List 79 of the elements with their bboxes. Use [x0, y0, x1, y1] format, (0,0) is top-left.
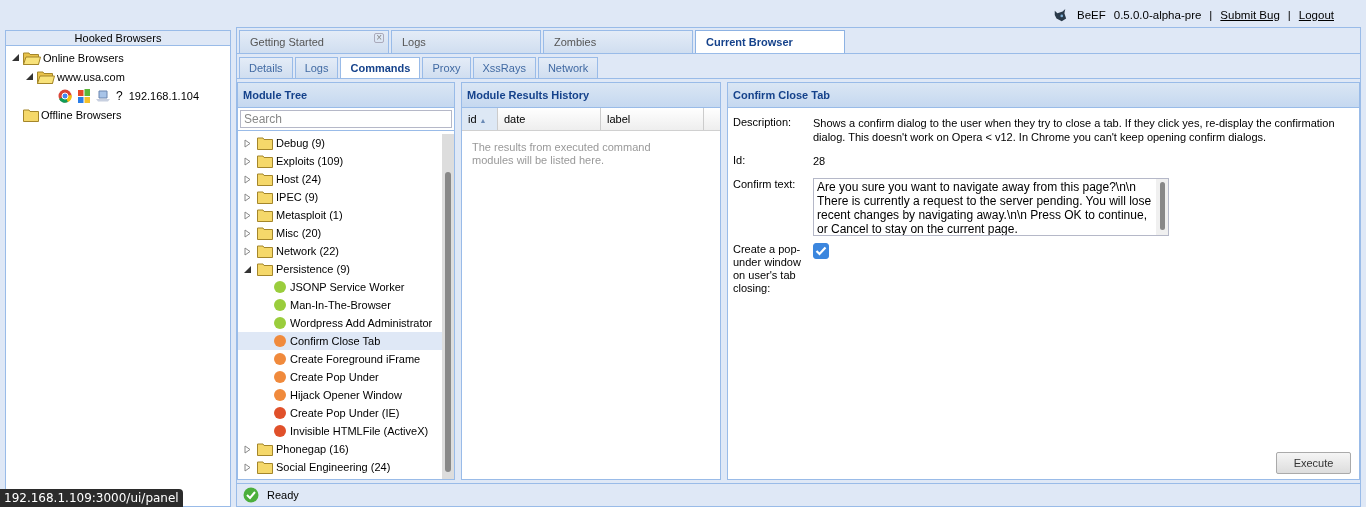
- panel-title: Hooked Browsers: [74, 32, 162, 44]
- unknown-os-icon: ?: [116, 88, 123, 103]
- column-header[interactable]: date: [498, 108, 601, 130]
- tree-item[interactable]: Metasploit (1): [276, 209, 343, 221]
- tab[interactable]: Details: [239, 57, 293, 78]
- tree-item[interactable]: Misc (20): [276, 227, 322, 239]
- panel-title: Confirm Close Tab: [733, 89, 830, 101]
- folder-icon: [257, 190, 273, 204]
- laptop-icon: [96, 89, 110, 102]
- tab[interactable]: Commands: [340, 57, 421, 78]
- link-preview-tooltip: 192.168.1.109:3000/ui/panel: [0, 489, 183, 507]
- module-item[interactable]: Wordpress Add Administrator: [290, 317, 433, 329]
- tab[interactable]: XssRays: [472, 57, 536, 78]
- folder-icon: [257, 154, 273, 168]
- ready-icon: [243, 487, 259, 503]
- folder-icon: [257, 460, 273, 474]
- field-value: 28: [813, 154, 827, 168]
- tree-item[interactable]: Persistence (9): [276, 263, 350, 275]
- tab[interactable]: Getting Started ×: [239, 30, 389, 53]
- module-item[interactable]: Create Pop Under: [290, 371, 379, 383]
- windows-logo-icon: [78, 88, 90, 103]
- empty-message: The results from executed command modules will be listed here.: [471, 140, 652, 168]
- tab[interactable]: Zombies: [543, 30, 693, 53]
- folder-icon: [257, 262, 273, 276]
- tree-item[interactable]: Exploits (109): [276, 155, 344, 167]
- folder-icon: [257, 172, 273, 186]
- header-link[interactable]: Submit Bug: [1220, 8, 1280, 21]
- tree-item[interactable]: Online Browsers: [43, 51, 124, 64]
- module-item[interactable]: JSONP Service Worker: [290, 281, 405, 293]
- tab[interactable]: Logs: [294, 57, 339, 78]
- status-text: Ready: [267, 489, 299, 501]
- tree-item[interactable]: Debug (9): [276, 137, 325, 149]
- tree-item[interactable]: Offline Browsers: [41, 108, 122, 121]
- tree-item[interactable]: Network (22): [276, 245, 339, 257]
- field-label: Confirm text:: [733, 178, 797, 192]
- folder-icon: [257, 442, 273, 456]
- checkbox[interactable]: [813, 243, 829, 259]
- module-item[interactable]: Invisible HTMLFile (ActiveX): [290, 425, 429, 437]
- folder-icon: [257, 244, 273, 258]
- panel-title: Module Results History: [467, 89, 590, 101]
- field-label: Description:: [733, 116, 793, 130]
- separator: |: [1287, 8, 1291, 21]
- panel-title: Module Tree: [243, 89, 308, 101]
- separator: |: [1209, 8, 1213, 21]
- header-text: BeEF: [1077, 8, 1106, 21]
- module-item[interactable]: Create Pop Under (IE): [290, 407, 400, 419]
- text-area[interactable]: Are you sure you want to navigate away from this page?\n\n There is currently a request to the server pending. You will lose recent changes by navigating away.\n\n Press OK to continue, or Cancel to stay on the current page.: [813, 178, 1169, 236]
- module-item[interactable]: Hijack Opener Window: [290, 389, 402, 401]
- tree-item[interactable]: Social Engineering (24): [276, 461, 391, 473]
- tree-item[interactable]: IPEC (9): [276, 191, 319, 203]
- tree-item[interactable]: Phonegap (16): [276, 443, 349, 455]
- expand-arrow-icon[interactable]: [12, 54, 19, 61]
- tab[interactable]: Logs: [391, 30, 541, 53]
- tree-item[interactable]: Host (24): [276, 173, 322, 185]
- browser-icon: [58, 88, 72, 103]
- field-label: Id:: [733, 154, 747, 168]
- tab[interactable]: Proxy: [422, 57, 471, 78]
- header-link[interactable]: Logout: [1298, 8, 1334, 21]
- folder-icon: [257, 208, 273, 222]
- module-item[interactable]: Man-In-The-Browser: [290, 299, 391, 311]
- folder-icon: [257, 226, 273, 240]
- header-text: 0.5.0.0-alpha-pre: [1113, 8, 1202, 21]
- column-header[interactable]: label: [601, 108, 704, 130]
- tab[interactable]: Current Browser: [695, 30, 845, 53]
- host-address[interactable]: 192.168.1.104: [128, 89, 200, 102]
- tab[interactable]: Network: [537, 57, 599, 78]
- execute-button[interactable]: Execute: [1276, 452, 1351, 474]
- tree-item[interactable]: www.usa.com: [57, 70, 125, 83]
- open-folder-icon: [23, 50, 41, 65]
- open-folder-icon: [37, 69, 55, 84]
- expand-arrow-icon[interactable]: [244, 264, 251, 274]
- folder-icon: [257, 136, 273, 150]
- scrollbar[interactable]: [442, 134, 454, 479]
- field-value: Shows a confirm dialog to the user when they try to close a tab. If they click yes, re-display the confirmation dialog. This doesn't work on Opera < v12. In Chrome you can't keep opening confirm dialogs.: [813, 116, 1336, 144]
- folder-icon: [23, 107, 39, 122]
- expand-arrow-icon[interactable]: [26, 73, 33, 80]
- field-label: Create a pop-under window on user's tab closing:: [733, 243, 802, 295]
- module-item[interactable]: Create Foreground iFrame: [290, 353, 421, 365]
- search-field[interactable]: Search: [240, 110, 452, 128]
